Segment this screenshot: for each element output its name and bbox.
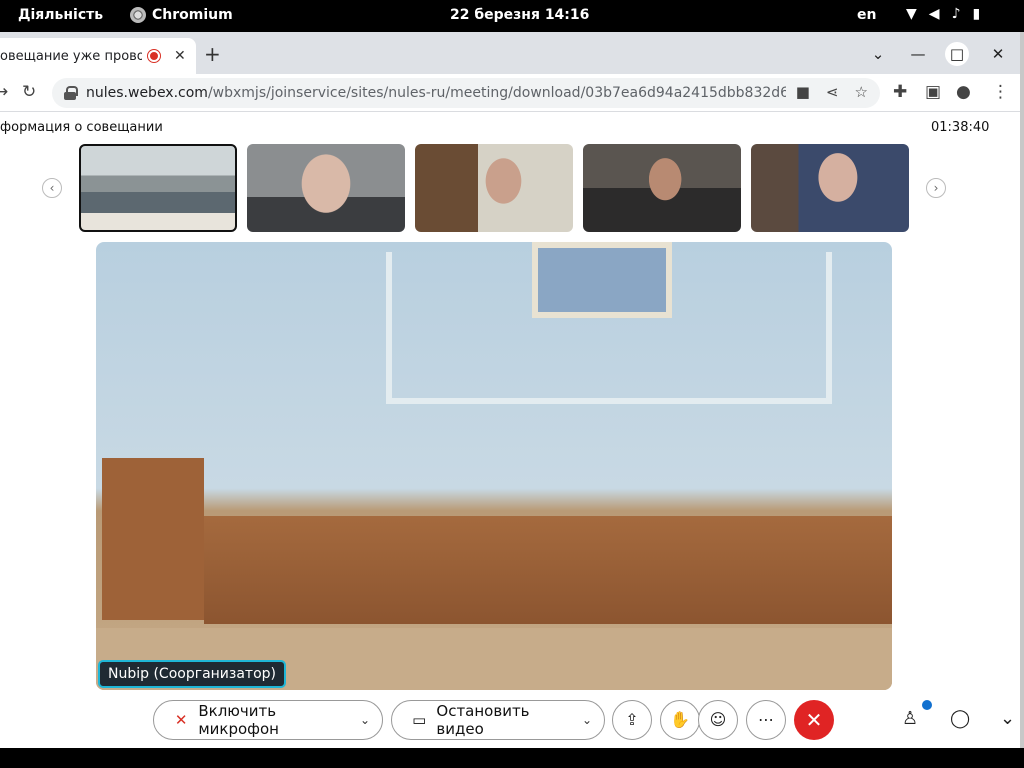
video-options-chevron-icon[interactable]: ⌄: [582, 713, 592, 727]
presidium-desk: [204, 516, 892, 624]
tab-close-icon[interactable]: ✕: [174, 48, 186, 64]
mic-label: Включить микрофон: [198, 702, 279, 738]
url-text[interactable]: nules.webex.com/wbxmjs/joinservice/sites…: [86, 85, 786, 101]
app-name: Chromium: [152, 7, 233, 23]
maximize-button[interactable]: □: [945, 42, 969, 66]
thumbnails-next-icon[interactable]: ›: [926, 178, 946, 198]
clock[interactable]: 22 березня 14:16: [450, 7, 589, 23]
active-speaker-video[interactable]: Nubip (Соорганизатор): [96, 242, 892, 690]
meeting-info-link[interactable]: формация о совещании: [0, 120, 163, 135]
address-bar[interactable]: nules.webex.com/wbxmjs/joinservice/sites…: [52, 78, 880, 108]
volume-icon: ◀: [928, 6, 940, 22]
keyboard-layout-indicator[interactable]: en: [857, 7, 876, 23]
chat-icon[interactable]: ◯: [950, 708, 970, 729]
podium: [102, 458, 204, 620]
participant-video-1[interactable]: [79, 144, 237, 232]
participant-video-2[interactable]: [247, 144, 405, 232]
app-menu[interactable]: Chromium: [130, 7, 233, 23]
mic-options-chevron-icon[interactable]: ⌄: [360, 713, 370, 727]
chromium-icon: [130, 7, 146, 23]
video-camera-icon: ▭: [412, 711, 427, 729]
participants-notification-badge: [922, 700, 932, 710]
more-panels-chevron-icon[interactable]: ⌄: [1000, 708, 1015, 729]
muted-microphone-icon: ✕: [174, 711, 188, 729]
more-options-button[interactable]: ⋯: [746, 700, 786, 740]
video-label: Остановить видео: [436, 702, 530, 738]
participants-icon[interactable]: ♙: [902, 708, 918, 729]
tab-strip: овещание уже прово ✕ + ⌄ — □ ✕: [0, 32, 1020, 74]
thumbnails-prev-icon[interactable]: ‹: [42, 178, 62, 198]
side-panel-icon[interactable]: ▣: [925, 82, 941, 102]
microphone-icon: ♪: [951, 6, 961, 22]
vertical-scrollbar[interactable]: [1020, 32, 1024, 748]
unmute-button[interactable]: ✕ Включить микрофон ⌄: [153, 700, 383, 740]
raise-hand-button[interactable]: ✋: [660, 700, 700, 740]
meeting-controls: ✕ Включить микрофон ⌄ ▭ Остановить видео…: [0, 700, 1020, 748]
camera-permission-icon[interactable]: ■: [796, 83, 810, 101]
participant-video-5[interactable]: [751, 144, 909, 232]
speaker-name-tag: Nubip (Соорганизатор): [98, 660, 286, 688]
participant-video-4[interactable]: [583, 144, 741, 232]
profile-avatar-icon[interactable]: ●: [956, 82, 971, 102]
wifi-icon: ▼: [906, 6, 917, 22]
meeting-timer: 01:38:40: [931, 120, 990, 135]
tab-title: овещание уже прово: [0, 48, 142, 64]
webex-meeting-page: формация о совещании 01:38:40 ‹ › Nubip …: [0, 112, 1020, 748]
leave-meeting-button[interactable]: ✕: [794, 700, 834, 740]
participant-thumbnails: [79, 144, 909, 232]
url-host: nules.webex.com: [86, 85, 208, 101]
system-tray[interactable]: ▼ ◀ ♪ ▮: [906, 6, 980, 22]
extensions-icon[interactable]: ✚: [893, 82, 907, 102]
stop-video-button[interactable]: ▭ Остановить видео ⌄: [391, 700, 605, 740]
forward-icon[interactable]: →: [0, 82, 8, 102]
participant-video-3[interactable]: [415, 144, 573, 232]
activities-button[interactable]: Діяльність: [18, 7, 103, 23]
wall-emblem: [532, 242, 672, 318]
reload-icon[interactable]: ↻: [22, 82, 36, 102]
browser-window: овещание уже прово ✕ + ⌄ — □ ✕ → ↻ nules…: [0, 32, 1020, 748]
tab-search-chevron-icon[interactable]: ⌄: [866, 42, 890, 66]
url-path: /wbxmjs/joinservice/sites/nules-ru/meeti…: [207, 85, 786, 101]
close-window-button[interactable]: ✕: [986, 42, 1010, 66]
lock-icon[interactable]: [64, 86, 78, 100]
system-top-bar: Діяльність Chromium 22 березня 14:16 en …: [0, 0, 1024, 32]
tab-webex-meeting[interactable]: овещание уже прово ✕: [0, 38, 196, 74]
share-icon[interactable]: ⋖: [826, 83, 839, 101]
new-tab-button[interactable]: +: [204, 42, 221, 66]
browser-toolbar: → ↻ nules.webex.com/wbxmjs/joinservice/s…: [0, 74, 1020, 112]
battery-icon: ▮: [972, 6, 981, 22]
recording-indicator-icon: [148, 50, 160, 62]
browser-menu-icon[interactable]: ⋮: [992, 82, 1009, 102]
reactions-button[interactable]: ☺: [698, 700, 738, 740]
omnibox-actions: ■ ⋖ ☆: [796, 83, 868, 101]
share-content-button[interactable]: ⇪: [612, 700, 652, 740]
screen-bottom-edge: [0, 748, 1024, 768]
bookmark-star-icon[interactable]: ☆: [855, 83, 868, 101]
minimize-button[interactable]: —: [906, 42, 930, 66]
